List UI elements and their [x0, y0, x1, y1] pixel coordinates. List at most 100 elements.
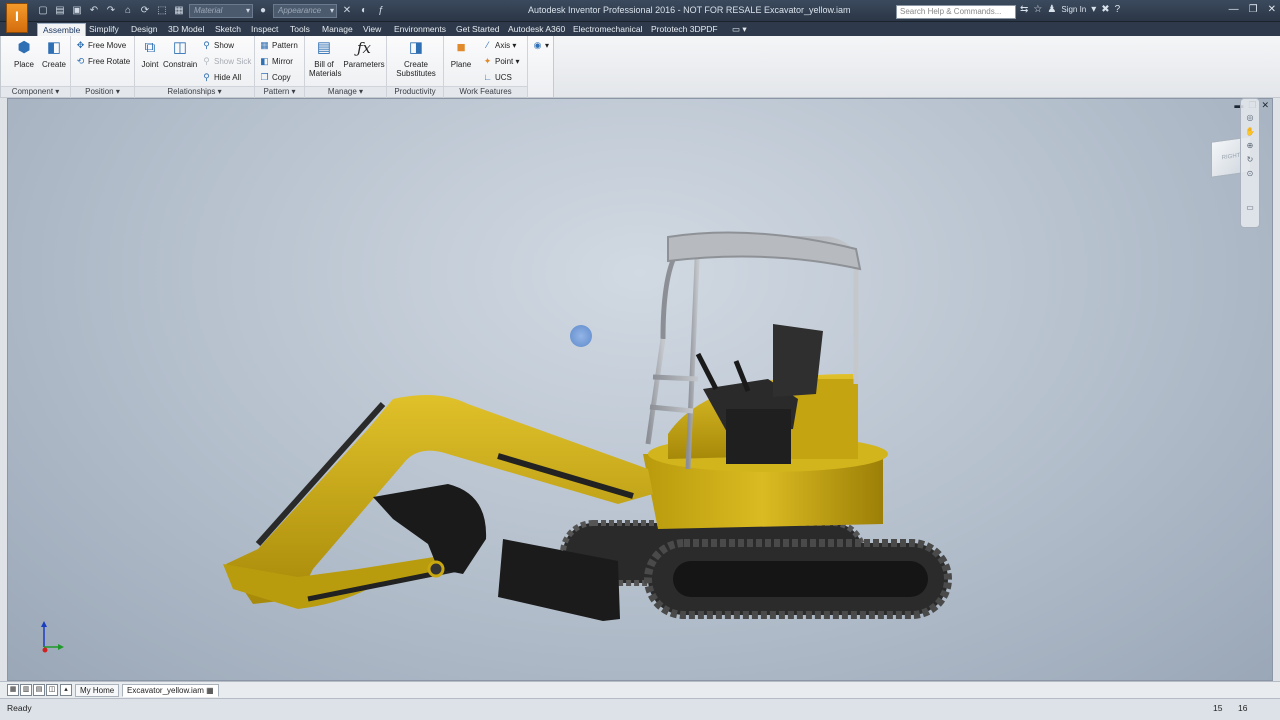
home-icon[interactable]: ⌂	[121, 4, 135, 18]
free-rotate-button[interactable]: ⟲ Free Rotate	[75, 54, 131, 68]
appearance-combo[interactable]: Appearance	[273, 4, 337, 18]
panel-title-component[interactable]: Component ▾	[1, 86, 70, 97]
ucs-button[interactable]: ∟ UCS	[482, 70, 512, 84]
app-logo-button[interactable]: I	[6, 3, 28, 33]
panel-productivity: ◨ Create Substitutes Productivity	[387, 36, 444, 98]
sign-in-dropdown-icon[interactable]: ▾	[1091, 4, 1096, 15]
tab-electromechanical[interactable]: Electromechanical	[573, 23, 642, 36]
tab-prototech-3dpdf[interactable]: Prototech 3DPDF	[651, 23, 718, 36]
create-substitutes-button[interactable]: ◨ Create Substitutes	[393, 38, 439, 78]
panel-title-pattern[interactable]: Pattern ▾	[255, 86, 304, 97]
navbar-options-icon[interactable]: ▭	[1241, 201, 1259, 215]
undo-icon[interactable]: ↶	[87, 4, 101, 18]
properties-icon[interactable]: ▦	[172, 4, 186, 18]
exchange-icon[interactable]: ✖	[1101, 4, 1109, 15]
front-track	[644, 539, 952, 619]
redo-icon[interactable]: ↷	[104, 4, 118, 18]
bucket-pin	[427, 560, 445, 578]
panel-title-position[interactable]: Position ▾	[71, 86, 134, 97]
eye-icon: ◉	[533, 40, 542, 50]
tab-my-home[interactable]: My Home	[75, 684, 120, 697]
arrange-icon[interactable]: ◫	[46, 684, 58, 696]
tab-get-started[interactable]: Get Started	[456, 23, 499, 36]
tab-list-icon[interactable]: ▴	[60, 684, 72, 696]
tab-sketch[interactable]: Sketch	[215, 23, 241, 36]
tab-excavator-file[interactable]: Excavator_yellow.iam ▦	[122, 684, 219, 697]
tab-3d-model[interactable]: 3D Model	[168, 23, 204, 36]
free-move-button[interactable]: ✥ Free Move	[75, 38, 127, 52]
sign-in-link[interactable]: Sign In	[1061, 5, 1086, 14]
restore-icon[interactable]: ❐	[1249, 4, 1258, 15]
create-component-icon: ◧	[46, 39, 62, 56]
tile-vertical-icon[interactable]: ▥	[20, 684, 32, 696]
adjust-icon[interactable]: ◐	[357, 4, 371, 18]
steering-wheel-icon[interactable]: ◎	[1241, 111, 1259, 125]
copy-button[interactable]: ❐ Copy	[259, 70, 290, 84]
create-substitutes-icon: ◨	[408, 39, 424, 56]
place-button[interactable]: ⬢ Place	[9, 38, 39, 69]
show-sick-button[interactable]: ⚲ Show Sick	[201, 54, 251, 68]
minimize-icon[interactable]: —	[1229, 4, 1239, 15]
search-options-icon[interactable]: ⇆	[1020, 4, 1028, 15]
show-button[interactable]: ⚲ Show	[201, 38, 234, 52]
bill-of-materials-icon: ▤	[316, 39, 332, 56]
bill-of-materials-button[interactable]: ▤ Bill of Materials	[309, 38, 341, 78]
new-file-icon[interactable]: ▢	[36, 4, 50, 18]
tab-design[interactable]: Design	[131, 23, 157, 36]
joint-button[interactable]: ⧉ Joint	[135, 38, 165, 69]
cascade-icon[interactable]: ▤	[33, 684, 45, 696]
constrain-button[interactable]: ◫ Constrain	[163, 38, 197, 69]
help-icon[interactable]: ?	[1115, 4, 1121, 15]
pattern-button[interactable]: ▦ Pattern	[259, 38, 298, 52]
status-count-1: 15	[1213, 703, 1223, 713]
panel-relationships: ⧉ Joint ◫ Constrain ⚲ Show ⚲ Show Sick ⚲ Hi…	[135, 36, 255, 98]
point-button[interactable]: ✦ Point ▾	[482, 54, 520, 68]
tab-manage[interactable]: Manage	[322, 23, 353, 36]
plane-button[interactable]: ■ Plane	[446, 38, 476, 69]
fx-icon: ƒx	[356, 39, 371, 57]
close-icon[interactable]: ✕	[1268, 4, 1276, 15]
copy-icon: ❐	[260, 72, 269, 82]
look-at-icon[interactable]: ⊙	[1241, 167, 1259, 181]
formula-icon[interactable]: ƒ	[374, 4, 388, 18]
panel-position: ✥ Free Move ⟲ Free Rotate Position ▾	[71, 36, 135, 98]
excavator-model	[223, 231, 952, 621]
tab-assemble[interactable]: Assemble	[37, 23, 87, 36]
favorites-star-icon[interactable]: ☆	[1033, 4, 1042, 15]
create-button[interactable]: ◧ Create	[39, 38, 69, 69]
mirror-button[interactable]: ◧ Mirror	[259, 54, 293, 68]
tile-horizontal-icon[interactable]: ▦	[7, 684, 19, 696]
axis-button[interactable]: ⁄ Axis ▾	[482, 38, 517, 52]
tab-tools[interactable]: Tools	[290, 23, 310, 36]
open-file-icon[interactable]: ▤	[53, 4, 67, 18]
tab-inspect[interactable]: Inspect	[251, 23, 278, 36]
material-combo[interactable]: Material	[189, 4, 253, 18]
panel-title-manage[interactable]: Manage ▾	[305, 86, 386, 97]
pan-icon[interactable]: ✋	[1241, 125, 1259, 139]
tab-close-icon[interactable]: ▦	[206, 686, 214, 695]
search-input[interactable]: Search Help & Commands...	[896, 5, 1016, 19]
tab-overflow-icon[interactable]: ▭ ▾	[732, 23, 747, 36]
update-icon[interactable]: ⟳	[138, 4, 152, 18]
clear-override-icon[interactable]: ✕	[340, 4, 354, 18]
parameters-button[interactable]: ƒx Parameters	[343, 38, 385, 69]
joint-icon: ⧉	[144, 39, 156, 56]
tab-simplify[interactable]: Simplify	[89, 23, 119, 36]
tab-view[interactable]: View	[363, 23, 381, 36]
hide-all-button[interactable]: ⚲ Hide All	[201, 70, 241, 84]
user-icon[interactable]: ♟	[1047, 4, 1056, 15]
status-text: Ready	[7, 703, 32, 713]
save-icon[interactable]: ▣	[70, 4, 84, 18]
tab-autodesk-a360[interactable]: Autodesk A360	[508, 23, 565, 36]
quick-access-toolbar: ▢ ▤ ▣ ↶ ↷ ⌂ ⟳ ⬚ ▦ Material ● Appearance …	[36, 4, 388, 18]
panel-title-productivity: Productivity	[387, 86, 443, 97]
appearance-icon[interactable]: ●	[256, 4, 270, 18]
extra-dropdown-button[interactable]: ◉ ▾	[532, 38, 549, 52]
tab-environments[interactable]: Environments	[394, 23, 446, 36]
zoom-icon[interactable]: ⊕	[1241, 139, 1259, 153]
orbit-icon[interactable]: ↻	[1241, 153, 1259, 167]
axis-icon: ⁄	[486, 40, 489, 50]
graphics-viewport[interactable]: ▬ ❐ ✕	[7, 98, 1273, 681]
select-icon[interactable]: ⬚	[155, 4, 169, 18]
panel-title-relationships[interactable]: Relationships ▾	[135, 86, 254, 97]
